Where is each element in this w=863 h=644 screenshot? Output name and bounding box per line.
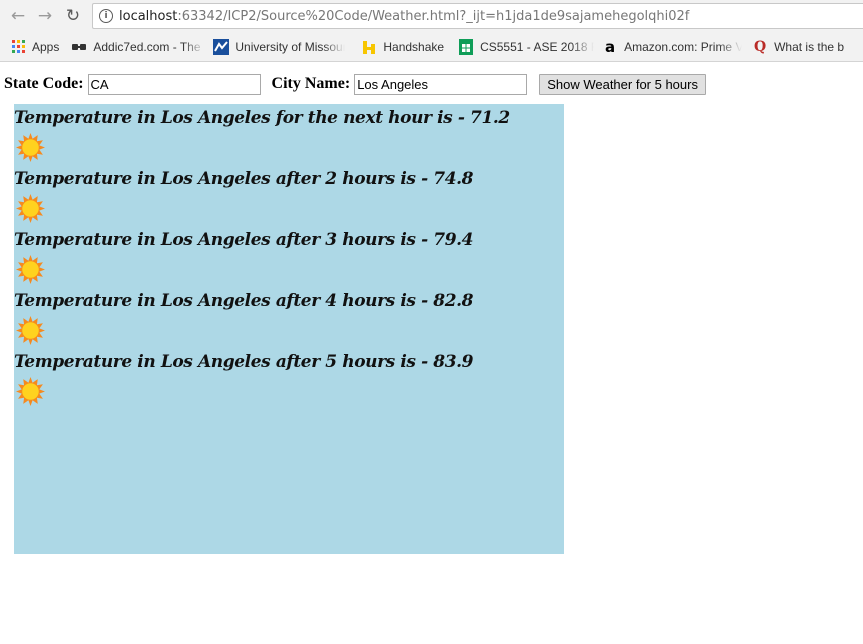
forecast-text: Temperature in Los Angeles after 3 hours…	[14, 230, 474, 250]
bookmark-cs5551[interactable]: CS5551 - ASE 2018 Fa	[458, 36, 594, 58]
forecast-text: Temperature in Los Angeles for the next …	[14, 108, 510, 128]
sun-icon	[16, 377, 45, 406]
back-arrow-icon[interactable]: ←	[7, 5, 29, 27]
quora-icon: Q	[753, 38, 767, 55]
sun-icon	[16, 316, 45, 345]
info-icon[interactable]: i	[99, 9, 113, 23]
browser-toolbar: ← → ↻ i localhost:63342/ICP2/Source%20Co…	[0, 0, 863, 32]
university-icon	[213, 38, 230, 55]
apps-grid-icon	[10, 39, 26, 55]
sun-icon	[16, 255, 45, 284]
forecast-item: Temperature in Los Angeles after 2 hours…	[14, 166, 564, 227]
bookmark-addic7ed[interactable]: Addic7ed.com - The	[71, 36, 205, 58]
reload-icon[interactable]: ↻	[62, 5, 84, 27]
forecast-text: Temperature in Los Angeles after 4 hours…	[14, 291, 474, 311]
forecast-item: Temperature in Los Angeles after 5 hours…	[14, 349, 564, 410]
sheets-icon	[458, 38, 474, 55]
bookmark-university[interactable]: University of Missour	[213, 36, 345, 58]
weather-form: State Code: City Name: Show Weather for …	[4, 72, 706, 96]
amazon-icon: a	[605, 37, 616, 56]
bookmark-quora[interactable]: Q What is the b	[752, 36, 844, 58]
forecast-item: Temperature in Los Angeles after 4 hours…	[14, 288, 564, 349]
forecast-text: Temperature in Los Angeles after 5 hours…	[14, 352, 474, 372]
city-name-label: City Name:	[271, 75, 351, 92]
sun-icon	[16, 194, 45, 223]
forecast-item: Temperature in Los Angeles after 3 hours…	[14, 227, 564, 288]
bookmark-handshake[interactable]: Handshake	[361, 36, 444, 58]
sun-icon	[16, 133, 45, 162]
weather-results-panel: Temperature in Los Angeles for the next …	[14, 104, 564, 554]
show-weather-button[interactable]: Show Weather for 5 hours	[539, 73, 706, 95]
handshake-icon	[361, 39, 377, 55]
bookmarks-bar: Apps Addic7ed.com - The University of Mi…	[0, 32, 863, 62]
forecast-text: Temperature in Los Angeles after 2 hours…	[14, 169, 474, 189]
bookmark-apps[interactable]: Apps	[10, 36, 59, 58]
forecast-item: Temperature in Los Angeles for the next …	[14, 105, 564, 166]
address-bar[interactable]: i localhost:63342/ICP2/Source%20Code/Wea…	[92, 3, 863, 29]
forward-arrow-icon[interactable]: →	[34, 5, 56, 27]
city-name-input[interactable]	[354, 73, 528, 95]
state-code-label: State Code:	[4, 75, 84, 92]
addic7ed-icon	[71, 39, 87, 55]
bookmark-amazon[interactable]: a Amazon.com: Prime V	[602, 36, 742, 58]
url-text[interactable]: localhost:63342/ICP2/Source%20Code/Weath…	[119, 9, 689, 24]
state-code-input[interactable]	[87, 73, 261, 95]
